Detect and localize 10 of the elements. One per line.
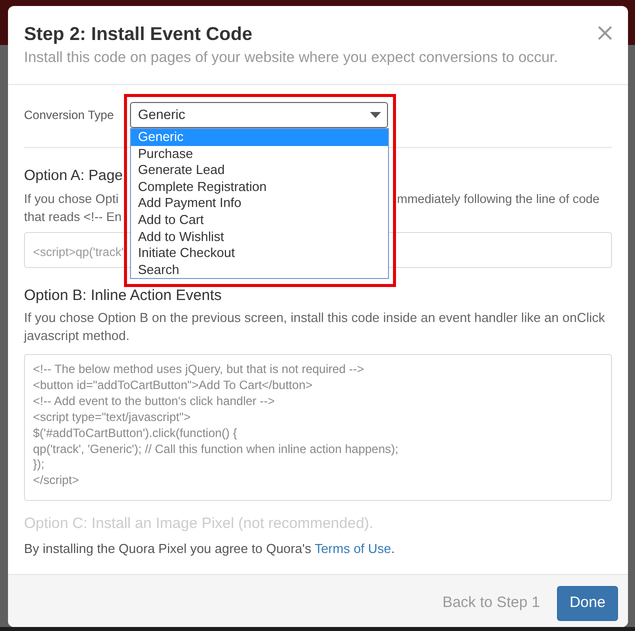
description-text: If you chose Opti (24, 191, 119, 208)
dialog-subtitle: Install this code on pages of your website where you expect conversions to occur. (24, 49, 558, 68)
section-heading: Option B: Inline Action Events (24, 286, 222, 306)
section-heading: Option A: Page (24, 167, 123, 186)
description-text: If you chose Option B on the previous screen, install this code inside an event handler like an onClick javascript method. (24, 309, 606, 345)
dialog-title: Step 2: Install Event Code (24, 22, 252, 46)
field-label: Conversion Type (24, 107, 115, 124)
description-text: mmediately following the line of code (397, 191, 600, 208)
terms-notice: By installing the Quora Pixel you agree to Quora's Terms of Use. (24, 540, 395, 558)
description-text: that reads <!-- En (24, 209, 122, 226)
